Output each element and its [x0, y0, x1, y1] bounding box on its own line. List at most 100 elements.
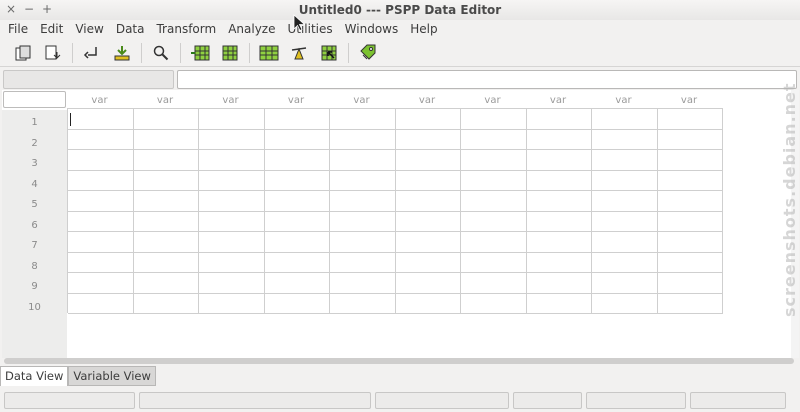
data-cell[interactable]: [199, 129, 265, 150]
value-labels-button[interactable]: [356, 41, 380, 65]
data-cell[interactable]: [395, 150, 461, 171]
data-cell[interactable]: [526, 232, 592, 253]
data-cell[interactable]: [395, 129, 461, 150]
data-cell[interactable]: [133, 293, 199, 314]
data-cell[interactable]: [133, 191, 199, 212]
tab-data-view[interactable]: Data View: [0, 366, 69, 386]
insert-variable-button[interactable]: [218, 41, 242, 65]
data-cell[interactable]: [461, 150, 527, 171]
data-cell[interactable]: [264, 232, 330, 253]
data-cell[interactable]: [657, 170, 723, 191]
horizontal-scrollbar[interactable]: [4, 358, 794, 364]
data-cell[interactable]: [68, 129, 134, 150]
data-cell[interactable]: [330, 170, 396, 191]
data-cell[interactable]: [526, 252, 592, 273]
data-cell[interactable]: [330, 211, 396, 232]
insert-case-button[interactable]: [188, 41, 212, 65]
data-cell[interactable]: [199, 150, 265, 171]
column-header[interactable]: var: [526, 95, 591, 109]
data-cell[interactable]: [199, 211, 265, 232]
data-cell[interactable]: [68, 273, 134, 294]
data-cell[interactable]: [592, 273, 658, 294]
data-cell[interactable]: [592, 129, 658, 150]
data-cell[interactable]: [199, 170, 265, 191]
data-cell[interactable]: [199, 293, 265, 314]
data-cell[interactable]: [526, 191, 592, 212]
open-button[interactable]: [11, 41, 35, 65]
goto-case-button[interactable]: [80, 41, 104, 65]
data-cell[interactable]: [330, 252, 396, 273]
column-header[interactable]: var: [329, 95, 394, 109]
data-cell[interactable]: [264, 191, 330, 212]
data-cell[interactable]: [264, 109, 330, 130]
save-button[interactable]: [41, 41, 65, 65]
data-cell[interactable]: [199, 252, 265, 273]
data-cell[interactable]: [657, 211, 723, 232]
row-header[interactable]: 8: [2, 257, 67, 277]
data-cell[interactable]: [395, 293, 461, 314]
cell-reference-field[interactable]: [3, 70, 174, 89]
goto-variable-button[interactable]: [110, 41, 134, 65]
data-cell[interactable]: [461, 273, 527, 294]
data-cell[interactable]: [592, 109, 658, 130]
data-cell[interactable]: [68, 252, 134, 273]
weight-cases-button[interactable]: [287, 41, 311, 65]
data-cell[interactable]: [68, 191, 134, 212]
data-cell[interactable]: [264, 129, 330, 150]
data-cell[interactable]: [526, 273, 592, 294]
data-cell[interactable]: [592, 191, 658, 212]
data-cell[interactable]: [133, 211, 199, 232]
column-header[interactable]: var: [395, 95, 460, 109]
data-cell[interactable]: [68, 170, 134, 191]
menu-analyze[interactable]: Analyze: [222, 21, 281, 38]
data-cell[interactable]: [330, 129, 396, 150]
menu-utilities[interactable]: Utilities: [281, 21, 338, 38]
data-cell[interactable]: [395, 211, 461, 232]
data-cell[interactable]: [461, 109, 527, 130]
menu-view[interactable]: View: [69, 21, 109, 38]
data-cell[interactable]: [264, 293, 330, 314]
data-cell[interactable]: [68, 150, 134, 171]
data-cell[interactable]: [133, 170, 199, 191]
data-cell[interactable]: [330, 109, 396, 130]
menu-data[interactable]: Data: [110, 21, 151, 38]
data-cell[interactable]: [395, 109, 461, 130]
data-cell[interactable]: [395, 232, 461, 253]
data-cell[interactable]: [68, 109, 134, 130]
data-grid[interactable]: [67, 108, 723, 314]
data-cell[interactable]: [461, 293, 527, 314]
data-cell[interactable]: [461, 129, 527, 150]
data-cell[interactable]: [330, 293, 396, 314]
data-cell[interactable]: [526, 150, 592, 171]
data-cell[interactable]: [133, 252, 199, 273]
minimize-button[interactable]: −: [24, 2, 34, 16]
data-cell[interactable]: [657, 232, 723, 253]
data-cell[interactable]: [592, 170, 658, 191]
find-button[interactable]: [149, 41, 173, 65]
column-header[interactable]: var: [657, 95, 722, 109]
data-cell[interactable]: [133, 129, 199, 150]
row-header[interactable]: 3: [2, 154, 67, 174]
menu-transform[interactable]: Transform: [150, 21, 222, 38]
data-cell[interactable]: [199, 109, 265, 130]
menu-edit[interactable]: Edit: [34, 21, 69, 38]
row-header[interactable]: 4: [2, 175, 67, 195]
data-cell[interactable]: [526, 170, 592, 191]
data-cell[interactable]: [199, 191, 265, 212]
data-cell[interactable]: [461, 252, 527, 273]
tab-variable-view[interactable]: Variable View: [68, 366, 156, 386]
data-cell[interactable]: [199, 232, 265, 253]
row-header[interactable]: 7: [2, 236, 67, 256]
menu-file[interactable]: File: [2, 21, 34, 38]
data-cell[interactable]: [395, 170, 461, 191]
column-header[interactable]: var: [67, 95, 132, 109]
row-header[interactable]: 5: [2, 195, 67, 215]
data-cell[interactable]: [526, 211, 592, 232]
data-cell[interactable]: [657, 150, 723, 171]
cell-value-entry[interactable]: [177, 70, 797, 89]
data-cell[interactable]: [395, 273, 461, 294]
row-header[interactable]: 9: [2, 277, 67, 297]
data-cell[interactable]: [657, 293, 723, 314]
data-cell[interactable]: [592, 293, 658, 314]
data-cell[interactable]: [657, 191, 723, 212]
